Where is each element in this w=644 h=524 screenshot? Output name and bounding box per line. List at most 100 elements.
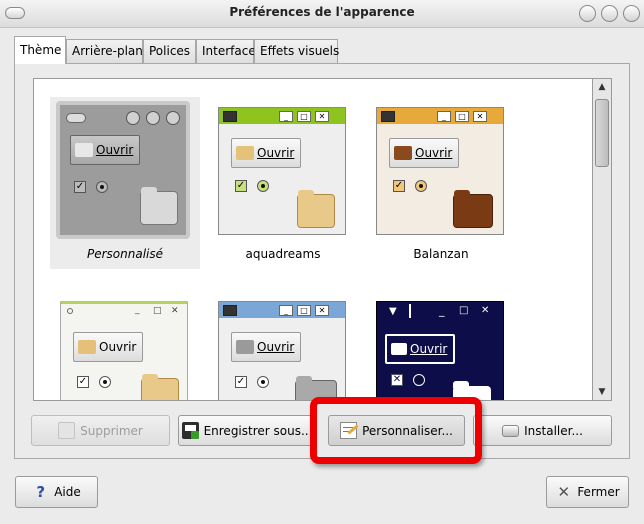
folder-icon: [141, 374, 179, 400]
appearance-preferences-window: Préférences de l'apparence Thème Arrière…: [0, 0, 644, 524]
preview-checkbox: ✓: [235, 180, 247, 192]
save-as-button-label: Enregistrer sous...: [203, 423, 313, 438]
preview-minimize-icon: [126, 111, 140, 125]
preview-divider: [409, 304, 411, 318]
preview-checkbox: ✓: [393, 180, 405, 192]
preview-titlebar: _ □ ✕: [219, 108, 345, 124]
close-button[interactable]: ✕ Fermer: [546, 476, 629, 508]
preview-open-button: Ouvrir: [231, 138, 302, 168]
preview-menu-icon: ▼: [389, 306, 397, 317]
theme-item-4[interactable]: _ □ ✕ Ouvrir ✓: [60, 301, 190, 400]
delete-button-label: Supprimer: [80, 423, 143, 438]
theme-preview: Ouvrir ✓: [56, 101, 190, 239]
theme-list-scrollbar[interactable]: ▲ ▼: [593, 78, 612, 401]
folder-icon: [75, 143, 93, 157]
preview-open-label: Ouvrir: [96, 143, 134, 157]
preview-open-button: Ouvrir: [389, 138, 460, 168]
preview-body: Ouvrir ✓: [219, 318, 345, 400]
preview-checkbox: ✕: [391, 374, 403, 386]
briefcase-icon: [394, 146, 412, 160]
tab-visual-effects-label: Effets visuels: [260, 44, 340, 58]
help-icon: ?: [36, 482, 46, 501]
preview-close-icon: ✕: [315, 305, 329, 316]
theme-preview: _ □ ✕ Ouvrir ✓: [376, 107, 504, 235]
tab-interface[interactable]: Interface: [196, 39, 256, 63]
tab-fonts[interactable]: Polices: [143, 39, 196, 63]
preview-minimize-icon: _: [279, 111, 293, 122]
preview-body: Ouvrir ✓: [219, 124, 345, 234]
preview-close-icon: ✕: [171, 306, 179, 316]
theme-item-6[interactable]: ▼ _ □ ✕ Ouvrir ✕: [376, 301, 506, 400]
scroll-thumb[interactable]: [595, 99, 609, 167]
tab-theme-label: Thème: [20, 43, 62, 57]
preview-titlebar: _ □ ✕: [219, 302, 345, 318]
preview-radio: [99, 376, 111, 388]
scroll-down-icon[interactable]: ▼: [593, 384, 611, 400]
preview-body: Ouvrir ✓: [377, 124, 503, 234]
preview-radio: [257, 180, 269, 192]
theme-item-5[interactable]: _ □ ✕ Ouvrir ✓: [218, 301, 348, 400]
preview-open-label: Ouvrir: [257, 146, 295, 160]
theme-item-personnalise[interactable]: Ouvrir ✓ Personnalisé: [50, 97, 200, 269]
close-icon: ✕: [557, 482, 571, 501]
preview-open-label: Ouvrir: [410, 342, 448, 356]
folder-icon: [236, 146, 254, 160]
install-button[interactable]: Installer...: [473, 415, 612, 446]
preview-open-label: Ouvrir: [99, 340, 137, 354]
theme-name: aquadreams: [245, 247, 321, 261]
folder-icon: [236, 340, 254, 354]
theme-name: Balanzan: [413, 247, 469, 261]
preview-menu-icon: [223, 305, 237, 316]
preview-close-icon: [166, 111, 180, 125]
preview-radio: [96, 181, 108, 193]
preview-radio: [413, 374, 425, 386]
theme-preview: ▼ _ □ ✕ Ouvrir ✕: [376, 301, 504, 400]
save-icon: [181, 422, 199, 439]
theme-item-aquadreams[interactable]: _ □ ✕ Ouvrir ✓ aquadreams: [218, 97, 348, 269]
theme-name: Personnalisé: [86, 247, 163, 261]
help-button-label: Aide: [54, 485, 81, 499]
preview-open-button: Ouvrir: [231, 332, 302, 362]
preview-minimize-icon: _: [439, 304, 445, 317]
scroll-up-icon[interactable]: ▲: [593, 79, 611, 95]
preview-body: Ouvrir ✓: [61, 320, 187, 400]
maximize-icon[interactable]: [601, 5, 618, 22]
preview-open-label: Ouvrir: [415, 146, 453, 160]
preview-minimize-icon: _: [437, 111, 451, 122]
preview-maximize-icon: □: [459, 305, 469, 316]
preview-maximize-icon: □: [153, 306, 162, 316]
preview-close-icon: ✕: [473, 111, 487, 122]
preview-maximize-icon: □: [297, 305, 311, 316]
folder-icon: [140, 187, 178, 225]
preview-maximize-icon: □: [455, 111, 469, 122]
preview-maximize-icon: [146, 111, 160, 125]
preview-menu-icon: [381, 111, 395, 122]
trash-icon: [58, 422, 76, 439]
help-button[interactable]: ? Aide: [15, 476, 98, 508]
theme-preview: _ □ ✕ Ouvrir ✓: [60, 301, 188, 400]
theme-preview: _ □ ✕ Ouvrir ✓: [218, 107, 346, 235]
preview-radio: [415, 180, 427, 192]
theme-preview: _ □ ✕ Ouvrir ✓: [218, 301, 346, 400]
preview-radio: [257, 376, 269, 388]
preview-open-button: Ouvrir: [70, 135, 141, 165]
briefcase-icon: [453, 190, 493, 228]
preview-menu-icon: [223, 111, 237, 122]
save-as-button[interactable]: Enregistrer sous...: [178, 415, 316, 446]
preview-minimize-icon: _: [135, 305, 140, 315]
tab-visual-effects[interactable]: Effets visuels: [254, 39, 340, 63]
preview-minimize-icon: _: [279, 305, 293, 316]
minimize-icon[interactable]: [579, 5, 596, 22]
preview-checkbox: ✓: [77, 376, 89, 388]
theme-list[interactable]: Ouvrir ✓ Personnalisé _ □ ✕ Ouvrir ✓ aqu…: [33, 78, 593, 401]
highlight-frame: [310, 397, 482, 464]
close-icon[interactable]: [623, 5, 640, 22]
window-title: Préférences de l'apparence: [229, 5, 415, 19]
tab-background[interactable]: Arrière-plan: [66, 39, 143, 63]
tab-theme[interactable]: Thème: [14, 36, 66, 64]
preview-open-button: Ouvrir: [73, 332, 144, 362]
tab-fonts-label: Polices: [149, 44, 191, 58]
install-button-label: Installer...: [524, 423, 583, 438]
delete-button[interactable]: Supprimer: [31, 415, 170, 446]
theme-item-balanzan[interactable]: _ □ ✕ Ouvrir ✓ Balanzan: [376, 97, 506, 269]
